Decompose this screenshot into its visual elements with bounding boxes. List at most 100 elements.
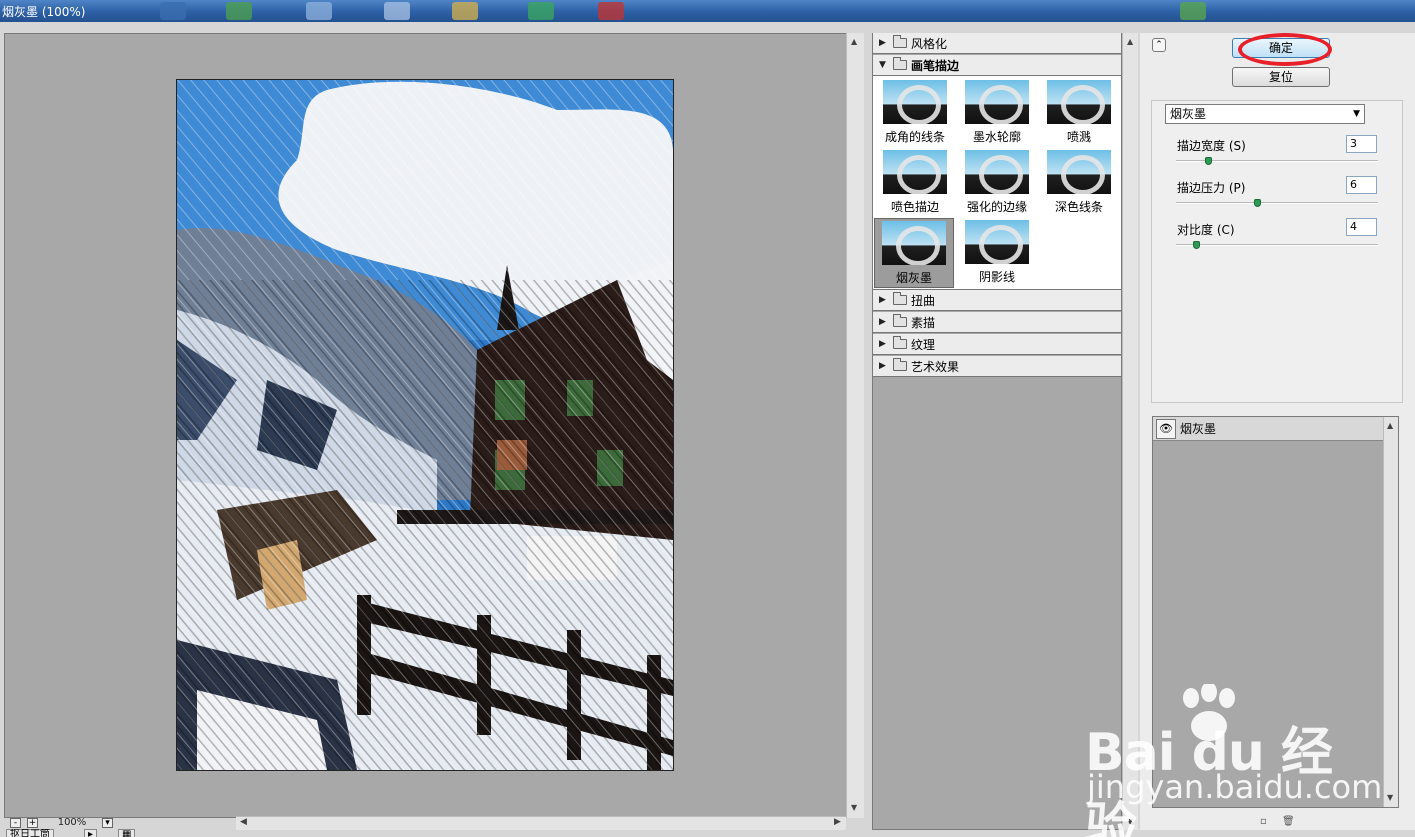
- filter-thumb-spatter[interactable]: 喷溅: [1039, 78, 1119, 148]
- taskbar-icon[interactable]: [226, 2, 252, 20]
- chevron-down-icon: ▼: [1353, 109, 1360, 119]
- category-label: 风格化: [911, 36, 948, 51]
- category-label: 纹理: [911, 337, 936, 352]
- filter-gallery-window: 烟灰墨 (100%) ▲ ▼ ◀ ▶ - + 100% ▾ 抠日工筒 ▸ ▦ ▶…: [0, 0, 1415, 837]
- preview-vertical-scrollbar[interactable]: ▲ ▼: [846, 33, 864, 818]
- expand-arrow-icon[interactable]: ▶: [879, 38, 891, 48]
- category-artistic[interactable]: ▶ 艺术效果: [873, 356, 1121, 377]
- folder-icon: [893, 336, 907, 349]
- taskbar-strip: 抠日工筒 ▸ ▦: [0, 829, 150, 837]
- taskbar-button[interactable]: ▸: [84, 829, 98, 837]
- folder-open-icon: [893, 57, 907, 70]
- stroke-pressure-slider[interactable]: [1176, 202, 1378, 204]
- taskbar-icon[interactable]: [384, 2, 410, 20]
- taskbar-button[interactable]: 抠日工筒: [6, 829, 54, 837]
- category-texture[interactable]: ▶ 纹理: [873, 334, 1121, 355]
- contrast-slider-handle[interactable]: [1193, 241, 1201, 249]
- folder-icon: [893, 314, 907, 327]
- scroll-up-icon[interactable]: ▲: [1127, 37, 1133, 46]
- filter-preview-image: [1047, 150, 1111, 194]
- eye-icon[interactable]: 👁: [1156, 418, 1176, 439]
- scroll-down-icon[interactable]: ▼: [1387, 793, 1393, 802]
- taskbar-button[interactable]: ▦: [118, 829, 136, 837]
- scroll-right-icon[interactable]: ▶: [834, 817, 841, 827]
- expand-arrow-icon[interactable]: ▶: [879, 295, 891, 305]
- preview-horizontal-scrollbar[interactable]: ◀ ▶: [236, 816, 846, 830]
- filter-label: 深色线条: [1054, 200, 1103, 214]
- scroll-left-icon[interactable]: ◀: [240, 817, 247, 827]
- expand-arrow-icon[interactable]: ▶: [879, 317, 891, 327]
- stroke-width-input[interactable]: 3: [1346, 135, 1377, 153]
- zoom-in-button[interactable]: +: [27, 818, 38, 828]
- collapse-arrow-icon[interactable]: ▼: [879, 60, 891, 70]
- expand-arrow-icon[interactable]: ▶: [879, 339, 891, 349]
- filter-thumbnails: 成角的线条 墨水轮廓 喷溅 喷色描边 强化的边缘 深色线条 烟灰墨 阴影线: [873, 76, 1121, 290]
- category-label: 艺术效果: [911, 359, 960, 374]
- collapse-gallery-icon[interactable]: ⌃: [1152, 38, 1166, 52]
- filter-label: 喷色描边: [890, 200, 939, 214]
- stroke-pressure-input[interactable]: 6: [1346, 176, 1377, 194]
- scroll-up-icon[interactable]: ▲: [851, 37, 857, 46]
- filter-thumb-accented-edges[interactable]: 强化的边缘: [957, 148, 1037, 218]
- effect-layer-row[interactable]: 👁 烟灰墨: [1153, 417, 1383, 441]
- filter-label: 成角的线条: [884, 130, 945, 144]
- category-distort[interactable]: ▶ 扭曲: [873, 290, 1121, 311]
- filter-label: 喷溅: [1066, 130, 1091, 144]
- filter-label: 烟灰墨: [895, 271, 932, 285]
- folder-icon: [893, 358, 907, 371]
- preview-image: [176, 79, 674, 771]
- category-stylize[interactable]: ▶ 风格化: [873, 33, 1121, 54]
- filter-select-value: 烟灰墨: [1170, 107, 1207, 121]
- filter-preview-image: [883, 80, 947, 124]
- filter-label: 墨水轮廓: [972, 130, 1021, 144]
- baidu-watermark: Bai du 经验 jingyan.baidu.com: [1085, 684, 1382, 837]
- taskbar-icon[interactable]: [160, 2, 186, 20]
- filter-preview-image: [883, 150, 947, 194]
- filter-thumb-sprayed-strokes[interactable]: 喷色描边: [875, 148, 955, 218]
- filter-label: 强化的边缘: [966, 200, 1027, 214]
- filter-label: 阴影线: [978, 270, 1015, 284]
- taskbar-icon[interactable]: [1180, 2, 1206, 20]
- zoom-dropdown-icon[interactable]: ▾: [102, 818, 113, 828]
- category-sketch[interactable]: ▶ 素描: [873, 312, 1121, 333]
- contrast-slider[interactable]: [1176, 244, 1378, 246]
- zoom-out-button[interactable]: -: [10, 818, 21, 828]
- title-bar: 烟灰墨 (100%): [0, 0, 1415, 22]
- taskbar-icon[interactable]: [528, 2, 554, 20]
- filter-thumb-sumi-e[interactable]: 烟灰墨: [874, 218, 954, 288]
- filter-select[interactable]: 烟灰墨 ▼: [1165, 104, 1365, 124]
- filter-preview-image: [1047, 80, 1111, 124]
- filter-thumb-angled-strokes[interactable]: 成角的线条: [875, 78, 955, 148]
- scroll-up-icon[interactable]: ▲: [1387, 421, 1393, 430]
- filter-thumb-crosshatch[interactable]: 阴影线: [957, 218, 1037, 288]
- category-label: 画笔描边: [911, 58, 960, 73]
- filter-preview-image: [965, 220, 1029, 264]
- filter-preview-image: [965, 80, 1029, 124]
- filtered-photo: [177, 80, 673, 770]
- filter-preview-image: [965, 150, 1029, 194]
- category-brush-strokes[interactable]: ▼ 画笔描边: [873, 55, 1121, 76]
- category-label: 素描: [911, 315, 936, 330]
- folder-icon: [893, 35, 907, 48]
- watermark-url: jingyan.baidu.com: [1087, 768, 1383, 806]
- filter-thumb-dark-strokes[interactable]: 深色线条: [1039, 148, 1119, 218]
- contrast-label: 对比度 (C): [1177, 223, 1235, 237]
- expand-arrow-icon[interactable]: ▶: [879, 361, 891, 371]
- filter-thumb-ink-outlines[interactable]: 墨水轮廓: [957, 78, 1037, 148]
- stroke-pressure-label: 描边压力 (P): [1177, 181, 1246, 195]
- taskbar-icon[interactable]: [306, 2, 332, 20]
- contrast-input[interactable]: 4: [1346, 218, 1377, 236]
- folder-icon: [893, 292, 907, 305]
- layers-scrollbar[interactable]: ▲ ▼: [1383, 417, 1398, 807]
- reset-button[interactable]: 复位: [1232, 67, 1330, 87]
- zoom-level[interactable]: 100%: [46, 817, 98, 829]
- window-title: 烟灰墨 (100%): [2, 5, 86, 19]
- effect-layer-label: 烟灰墨: [1180, 422, 1217, 436]
- taskbar-icon[interactable]: [598, 2, 624, 20]
- ok-button[interactable]: 确定: [1232, 38, 1330, 58]
- scroll-down-icon[interactable]: ▼: [851, 803, 857, 812]
- stroke-pressure-slider-handle[interactable]: [1253, 199, 1261, 207]
- stroke-width-label: 描边宽度 (S): [1177, 139, 1246, 153]
- taskbar-icon[interactable]: [452, 2, 478, 20]
- category-label: 扭曲: [911, 293, 936, 308]
